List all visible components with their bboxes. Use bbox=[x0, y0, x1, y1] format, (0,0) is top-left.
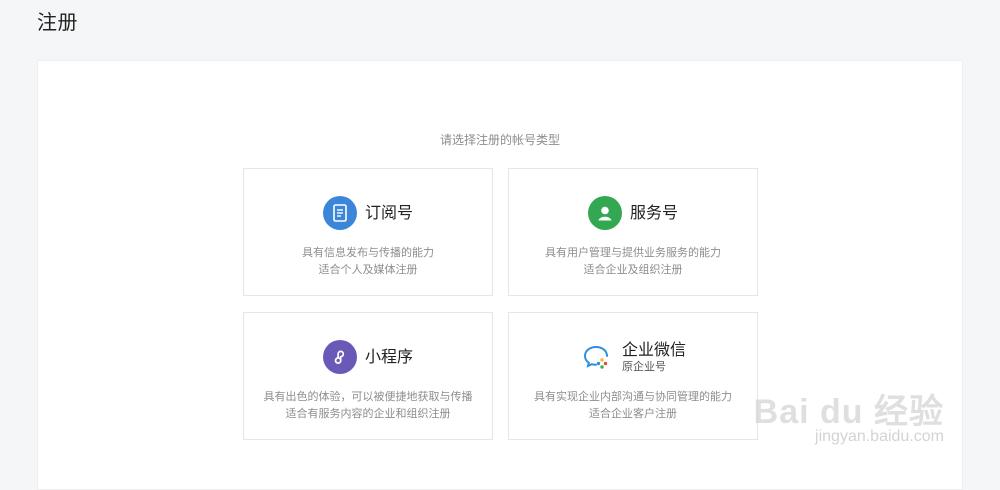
card-subscription-account[interactable]: 订阅号 具有信息发布与传播的能力 适合个人及媒体注册 bbox=[243, 168, 493, 296]
card-title: 订阅号 bbox=[364, 203, 413, 222]
card-description: 具有出色的体验，可以被便捷地获取与传播 适合有服务内容的企业和组织注册 bbox=[244, 388, 492, 422]
watermark-url: jingyan.baidu.com bbox=[815, 428, 944, 445]
card-description: 具有用户管理与提供业务服务的能力 适合企业及组织注册 bbox=[509, 244, 757, 278]
card-title-group: 企业微信 原企业号 bbox=[621, 340, 686, 374]
mini-program-icon bbox=[322, 340, 357, 374]
card-desc-line: 适合有服务内容的企业和组织注册 bbox=[285, 407, 451, 420]
card-desc-line: 适合企业及组织注册 bbox=[583, 263, 683, 276]
card-title: 服务号 bbox=[629, 203, 678, 222]
document-icon bbox=[322, 196, 357, 230]
card-desc-line: 具有用户管理与提供业务服务的能力 bbox=[545, 246, 721, 259]
baidu-jingyan-watermark: Bai du 经验 bbox=[753, 393, 944, 431]
card-header: 服务号 bbox=[509, 196, 757, 230]
card-desc-line: 具有实现企业内部沟通与协同管理的能力 bbox=[534, 390, 732, 403]
card-subtitle: 原企业号 bbox=[621, 360, 666, 373]
card-desc-line: 具有信息发布与传播的能力 bbox=[302, 246, 434, 259]
card-header: 企业微信 原企业号 bbox=[509, 340, 757, 374]
account-type-prompt: 请选择注册的帐号类型 bbox=[439, 133, 560, 147]
card-service-account[interactable]: 服务号 具有用户管理与提供业务服务的能力 适合企业及组织注册 bbox=[508, 168, 758, 296]
card-desc-line: 适合企业客户注册 bbox=[589, 407, 677, 420]
card-header: 小程序 bbox=[244, 340, 492, 374]
card-header: 订阅号 bbox=[244, 196, 492, 230]
wecom-icon bbox=[579, 340, 614, 374]
page-title: 注册 bbox=[37, 10, 78, 34]
card-desc-line: 具有出色的体验，可以被便捷地获取与传播 bbox=[263, 390, 473, 403]
card-title: 企业微信 bbox=[621, 340, 686, 359]
card-wecom[interactable]: 企业微信 原企业号 具有实现企业内部沟通与协同管理的能力 适合企业客户注册 bbox=[508, 312, 758, 440]
card-description: 具有实现企业内部沟通与协同管理的能力 适合企业客户注册 bbox=[509, 388, 757, 422]
card-title: 小程序 bbox=[364, 347, 413, 366]
user-icon bbox=[587, 196, 622, 230]
card-description: 具有信息发布与传播的能力 适合个人及媒体注册 bbox=[244, 244, 492, 278]
card-desc-line: 适合个人及媒体注册 bbox=[318, 263, 418, 276]
card-mini-program[interactable]: 小程序 具有出色的体验，可以被便捷地获取与传播 适合有服务内容的企业和组织注册 bbox=[243, 312, 493, 440]
